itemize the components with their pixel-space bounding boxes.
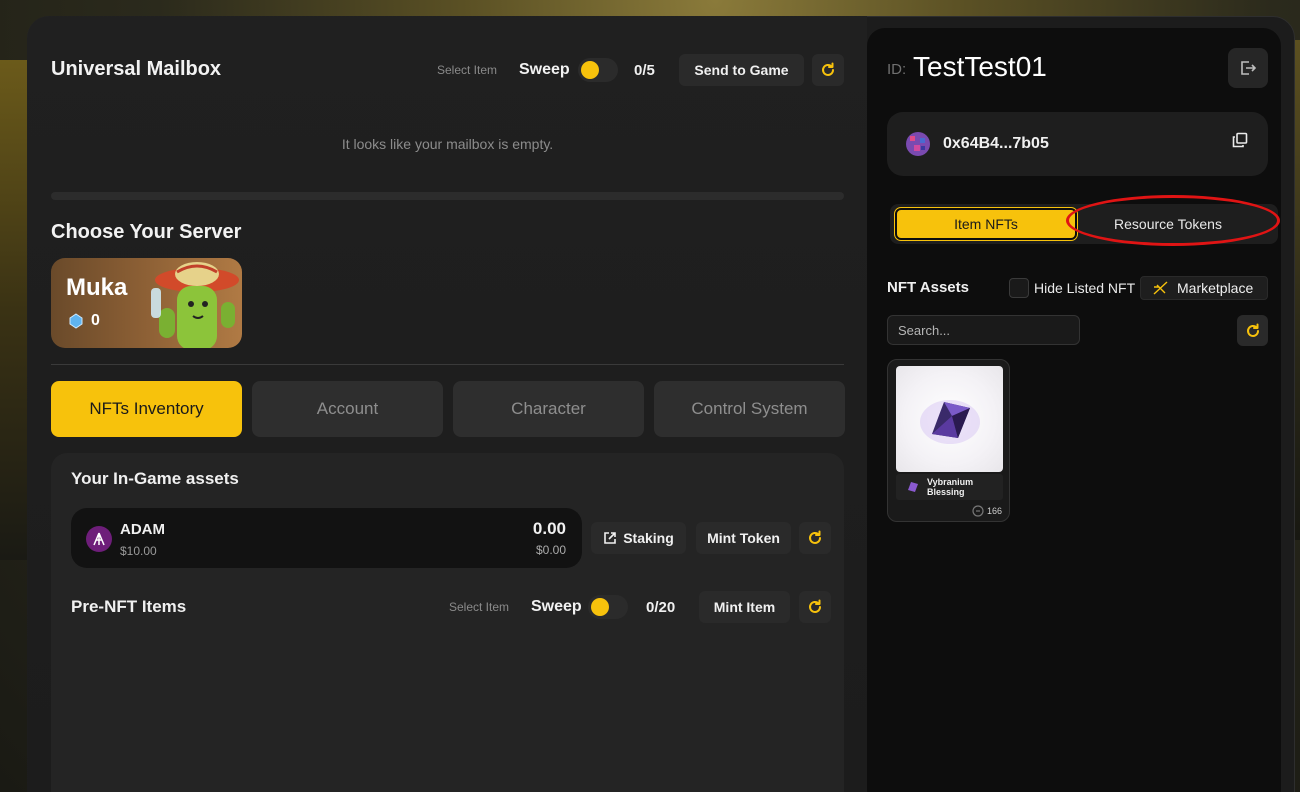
server-card-muka[interactable]: Muka 0 bbox=[51, 258, 242, 348]
pre-nft-count: 0/20 bbox=[646, 599, 676, 616]
gem-icon bbox=[69, 313, 83, 329]
nft-quantity: 166 bbox=[987, 506, 1003, 516]
nft-image bbox=[896, 366, 1003, 472]
toggle-knob bbox=[581, 61, 599, 79]
assets-refresh-button[interactable] bbox=[799, 522, 831, 554]
mint-token-button[interactable]: Mint Token bbox=[696, 522, 791, 554]
tab-character[interactable]: Character bbox=[453, 381, 644, 437]
pre-nft-heading: Pre-NFT Items bbox=[71, 597, 187, 616]
refresh-icon bbox=[1246, 323, 1259, 337]
mailbox-sweep-toggle[interactable] bbox=[578, 58, 618, 82]
marketplace-icon bbox=[1153, 281, 1168, 295]
quantity-icon bbox=[972, 505, 984, 517]
token-name: ADAM bbox=[120, 521, 165, 538]
marketplace-label: Marketplace bbox=[1177, 280, 1254, 296]
pre-nft-select-hint: Select Item bbox=[449, 600, 510, 614]
marketplace-button[interactable]: Marketplace bbox=[1140, 276, 1268, 300]
nft-name: Vybranium Blessing bbox=[927, 477, 974, 497]
token-amount: 0.00 bbox=[532, 519, 566, 538]
mailbox-title: Universal Mailbox bbox=[51, 58, 222, 80]
mailbox-select-hint: Select Item bbox=[437, 63, 498, 77]
nft-card[interactable]: Vybranium Blessing 166 bbox=[887, 359, 1010, 522]
nft-refresh-button[interactable] bbox=[1237, 315, 1268, 346]
crystal-small-icon bbox=[908, 482, 918, 492]
token-row-adam: ADAM $10.00 0.00 $0.00 bbox=[71, 508, 582, 568]
mailbox-sweep-label: Sweep bbox=[519, 61, 570, 78]
server-player-count: 0 bbox=[91, 312, 100, 329]
id-label: ID: bbox=[887, 61, 907, 78]
assets-heading: Your In-Game assets bbox=[71, 469, 239, 488]
token-value: $0.00 bbox=[535, 543, 566, 557]
item-nfts-tab[interactable]: Item NFTs bbox=[894, 207, 1078, 241]
adam-token-icon bbox=[86, 526, 112, 552]
wallet-card: 0x64B4...7b05 bbox=[887, 112, 1268, 176]
logout-button[interactable] bbox=[1228, 48, 1268, 88]
token-price: $10.00 bbox=[120, 544, 157, 558]
tab-nfts-inventory[interactable]: NFTs Inventory bbox=[51, 381, 242, 437]
cactus-mascot-icon bbox=[151, 262, 239, 348]
tab-control-system[interactable]: Control System bbox=[654, 381, 845, 437]
server-heading: Choose Your Server bbox=[51, 221, 242, 243]
pre-nft-refresh-button[interactable] bbox=[799, 591, 831, 623]
section-divider bbox=[51, 364, 844, 365]
mailbox-scrollbar[interactable] bbox=[51, 192, 844, 200]
mailbox-count: 0/5 bbox=[634, 62, 655, 79]
staking-button[interactable]: Staking bbox=[591, 522, 686, 554]
server-name: Muka bbox=[66, 274, 128, 301]
pre-nft-sweep-label: Sweep bbox=[531, 598, 582, 615]
mint-item-button[interactable]: Mint Item bbox=[699, 591, 790, 623]
copy-address-button[interactable] bbox=[1232, 132, 1248, 148]
account-id: TestTest01 bbox=[913, 51, 1047, 82]
copy-icon bbox=[1232, 132, 1248, 148]
nft-name-bar: Vybranium Blessing bbox=[896, 474, 1003, 500]
annotation-highlight-ring bbox=[1066, 195, 1280, 246]
mailbox-empty-message: It looks like your mailbox is empty. bbox=[341, 136, 554, 152]
nft-assets-heading: NFT Assets bbox=[887, 279, 969, 296]
external-link-icon bbox=[604, 532, 617, 544]
hide-listed-label: Hide Listed NFT bbox=[1034, 280, 1136, 296]
hide-listed-checkbox[interactable] bbox=[1009, 278, 1029, 298]
toggle-knob bbox=[591, 598, 609, 616]
tab-account[interactable]: Account bbox=[252, 381, 443, 437]
refresh-icon bbox=[809, 530, 821, 544]
send-to-game-button[interactable]: Send to Game bbox=[679, 54, 804, 86]
refresh-icon bbox=[809, 599, 821, 613]
wallet-address: 0x64B4...7b05 bbox=[943, 135, 1049, 152]
pre-nft-sweep-toggle[interactable] bbox=[588, 595, 628, 619]
nft-search-input[interactable] bbox=[887, 315, 1080, 345]
logout-icon bbox=[1241, 61, 1257, 75]
staking-label: Staking bbox=[623, 530, 674, 546]
refresh-icon bbox=[822, 62, 834, 76]
wallet-avatar-icon bbox=[906, 132, 930, 156]
crystal-icon bbox=[920, 400, 980, 444]
mailbox-refresh-button[interactable] bbox=[812, 54, 844, 86]
